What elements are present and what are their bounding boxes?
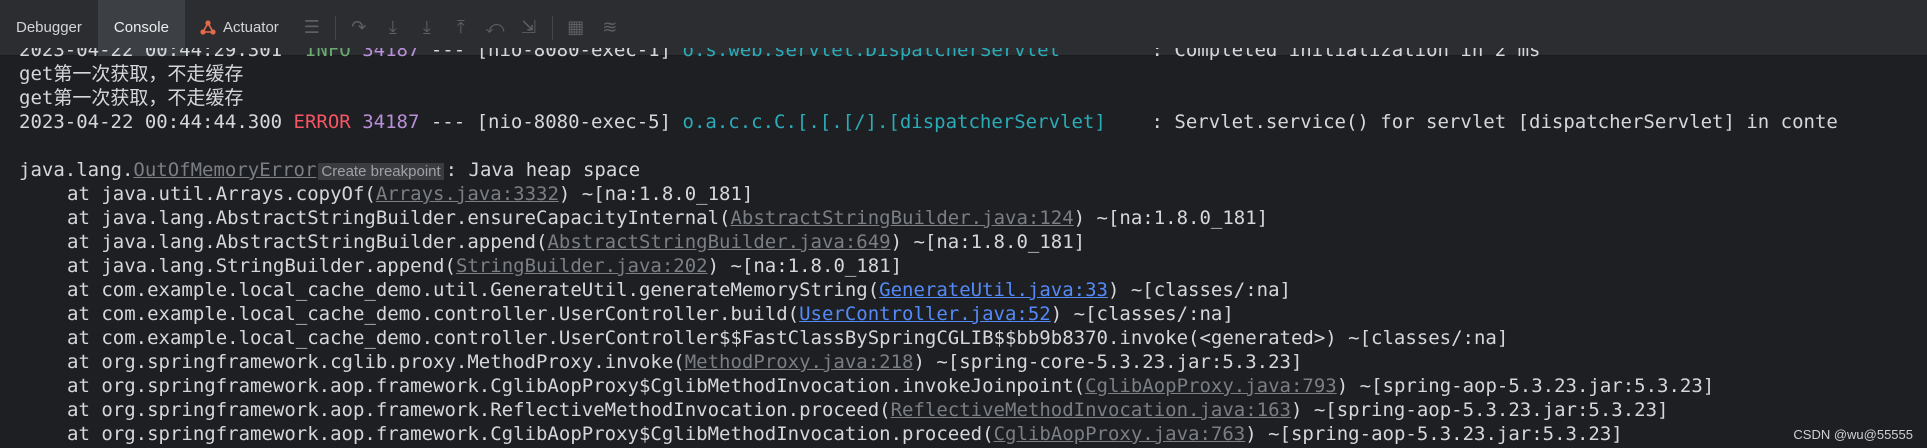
toolbar-separator: [334, 15, 336, 40]
stack-frame: at java.lang.AbstractStringBuilder.appen…: [67, 231, 1086, 253]
tab-console-label: Console: [113, 19, 169, 36]
source-link[interactable]: MethodProxy.java:218: [685, 351, 914, 373]
actuator-icon: [200, 19, 216, 35]
tab-actuator-label: Actuator: [222, 19, 279, 36]
stack-frame: at com.example.local_cache_demo.controll…: [67, 303, 1234, 325]
source-link[interactable]: Arrays.java:3332: [376, 183, 559, 205]
log-pid: 34187: [362, 111, 420, 133]
watermark: CSDN @wu@55555: [1793, 427, 1913, 442]
logger-name: o.a.c.c.C.[.[.[/].[dispatcherServlet]: [682, 111, 1106, 133]
stack-frame: at org.springframework.aop.framework.Cgl…: [67, 423, 1623, 445]
stack-frame: at java.util.Arrays.copyOf(Arrays.java:3…: [67, 183, 754, 205]
stack-frame: at org.springframework.aop.framework.Cgl…: [67, 375, 1715, 397]
source-link[interactable]: ReflectiveMethodInvocation.java:163: [891, 399, 1291, 421]
log-line: get第一次获取，不走缓存: [19, 87, 244, 109]
toolbar-separator: [551, 15, 553, 40]
stack-frame: at org.springframework.cglib.proxy.Metho…: [67, 351, 1303, 373]
log-line: 2023-04-22 00:44:29.301 INFO 34187 --- […: [19, 48, 1540, 62]
source-link[interactable]: CglibAopProxy.java:793: [1085, 375, 1337, 397]
log-level-info: INFO: [304, 48, 351, 61]
stack-frame: at com.example.local_cache_demo.controll…: [67, 327, 1509, 349]
source-link[interactable]: AbstractStringBuilder.java:649: [547, 231, 890, 253]
exception-class-link[interactable]: OutOfMemoryError: [133, 159, 316, 181]
log-pid: 34187: [362, 48, 420, 61]
log-line: 2023-04-22 00:44:44.300 ERROR 34187 --- …: [19, 111, 1838, 133]
log-level-error: ERROR: [293, 111, 351, 133]
stack-frame: at org.springframework.aop.framework.Ref…: [67, 399, 1669, 421]
source-link[interactable]: AbstractStringBuilder.java:124: [730, 207, 1073, 229]
stack-frame: at java.lang.StringBuilder.append(String…: [67, 255, 903, 277]
source-link[interactable]: GenerateUtil.java:33: [879, 279, 1108, 301]
source-link[interactable]: StringBuilder.java:202: [456, 255, 708, 277]
tab-debugger-label: Debugger: [16, 19, 82, 36]
create-breakpoint-button[interactable]: Create breakpoint: [318, 163, 444, 180]
stack-frame: at java.lang.AbstractStringBuilder.ensur…: [67, 207, 1269, 229]
log-line: get第一次获取，不走缓存: [19, 63, 244, 85]
console-output[interactable]: 2023-04-22 00:44:29.301 INFO 34187 --- […: [0, 48, 1927, 448]
logger-name: o.s.web.servlet.DispatcherServlet: [682, 48, 1061, 61]
source-link[interactable]: UserController.java:52: [799, 303, 1051, 325]
stack-frame: at com.example.local_cache_demo.util.Gen…: [67, 279, 1291, 301]
exception-line: java.lang.OutOfMemoryError Create breakpo…: [19, 159, 641, 181]
source-link[interactable]: CglibAopProxy.java:763: [994, 423, 1246, 445]
